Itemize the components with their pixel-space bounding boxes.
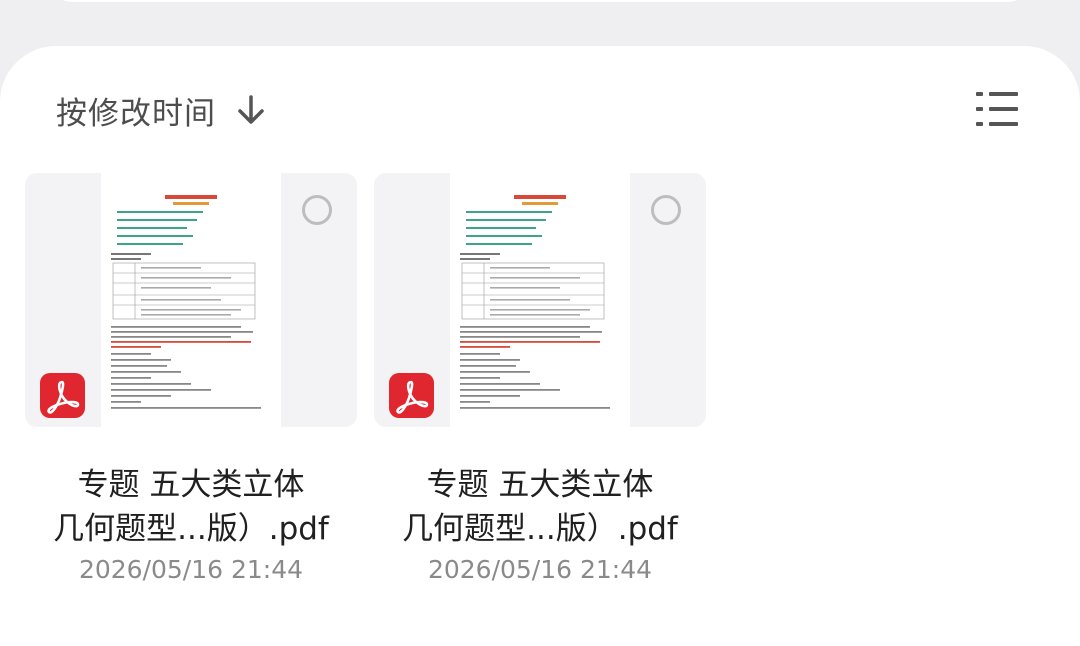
select-checkbox[interactable] [302, 195, 332, 225]
sort-control[interactable]: 按修改时间 [56, 88, 268, 133]
file-thumbnail[interactable] [374, 173, 706, 427]
select-checkbox[interactable] [651, 195, 681, 225]
file-name[interactable]: 专题 五大类立体 几何题型...版）.pdf [374, 463, 706, 551]
arrow-down-icon[interactable] [234, 93, 268, 127]
file-name[interactable]: 专题 五大类立体 几何题型...版）.pdf [25, 463, 357, 551]
file-name-line: 几何题型...版）.pdf [53, 511, 329, 547]
file-name-line: 几何题型...版）.pdf [402, 511, 678, 547]
pdf-icon [40, 373, 85, 418]
file-modified-date: 2026/05/16 21:44 [78, 555, 304, 584]
file-thumbnail[interactable] [25, 173, 357, 427]
sort-label[interactable]: 按修改时间 [56, 88, 216, 133]
file-modified-date: 2026/05/16 21:44 [427, 555, 653, 584]
file-name-line: 专题 五大类立体 [426, 467, 654, 503]
pdf-icon [389, 373, 434, 418]
document-preview [450, 173, 630, 427]
list-view-icon[interactable] [972, 88, 1022, 130]
document-preview [101, 173, 281, 427]
search-bar-card[interactable] [52, 0, 1028, 2]
file-name-line: 专题 五大类立体 [77, 467, 305, 503]
